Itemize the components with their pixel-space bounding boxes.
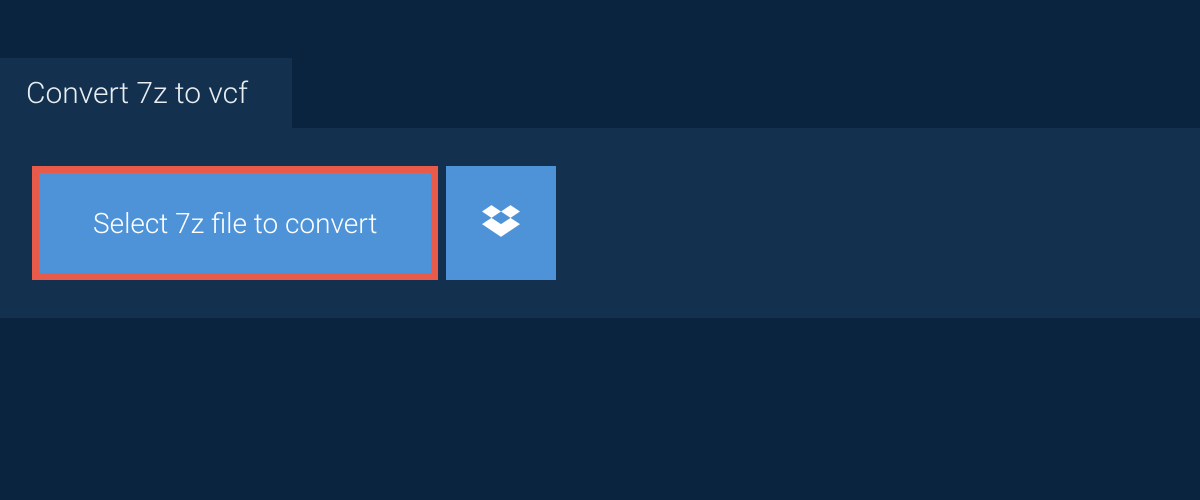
dropbox-icon — [482, 202, 520, 244]
page-title-tab: Convert 7z to vcf — [0, 58, 292, 129]
file-select-group: Select 7z file to convert — [32, 166, 556, 280]
dropbox-button[interactable] — [446, 166, 556, 280]
select-file-label: Select 7z file to convert — [93, 207, 377, 240]
content-panel: Select 7z file to convert — [0, 128, 1200, 318]
select-file-button[interactable]: Select 7z file to convert — [32, 166, 438, 280]
page-title: Convert 7z to vcf — [26, 76, 248, 111]
